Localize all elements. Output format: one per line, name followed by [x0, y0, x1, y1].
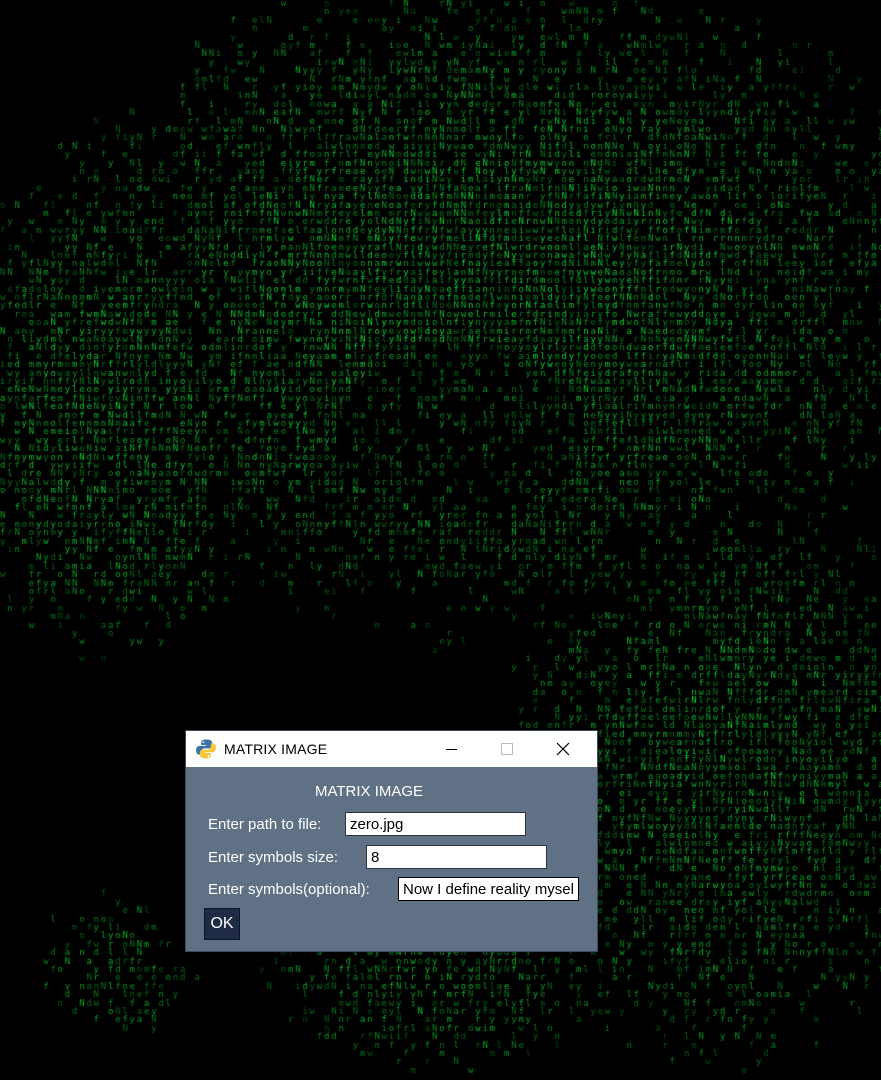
minimize-icon — [445, 748, 457, 750]
form-heading: MATRIX IMAGE — [314, 783, 424, 800]
minimize-button[interactable] — [428, 731, 474, 767]
window-title: MATRIX IMAGE — [224, 741, 328, 757]
size-input[interactable] — [366, 845, 547, 869]
title-bar[interactable]: MATRIX IMAGE — [186, 731, 597, 767]
maximize-icon — [501, 743, 513, 755]
maximize-button[interactable] — [484, 731, 530, 767]
matrix-image-dialog: MATRIX IMAGE MATRIX IMAGE Enter path to … — [186, 731, 597, 951]
close-icon — [556, 742, 570, 756]
close-button[interactable] — [540, 731, 586, 767]
path-label: Enter path to file: — [208, 816, 322, 833]
symbols-input[interactable] — [398, 877, 579, 901]
python-icon — [196, 739, 216, 759]
size-label: Enter symbols size: — [208, 849, 339, 866]
path-input[interactable] — [345, 812, 526, 836]
symbols-label: Enter symbols(optional): — [208, 881, 370, 898]
ok-button[interactable]: OK — [204, 908, 240, 940]
